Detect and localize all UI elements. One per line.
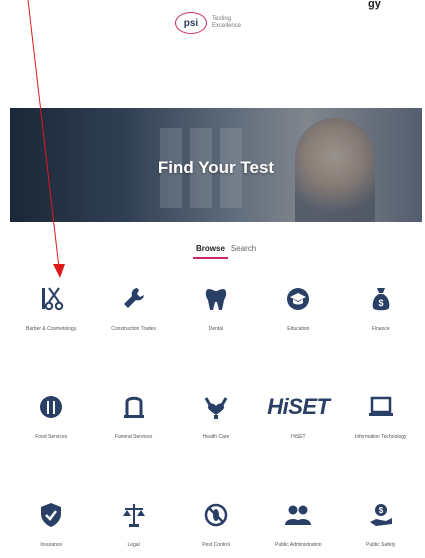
psi-logo-mark: psi [175,12,207,34]
category-label: Finance [371,326,390,332]
shield-check-icon [36,500,66,530]
heart-hand-icon [201,392,231,422]
category-hiset[interactable]: HiSET HiSET [257,390,339,498]
category-insurance[interactable]: Insurance [10,498,92,558]
category-public-administration[interactable]: Public Administration [257,498,339,558]
svg-text:$: $ [379,506,384,515]
category-label: Funeral Services [114,434,153,440]
category-construction-trades[interactable]: Construction Trades [92,282,174,390]
logo-tagline-line-2: Excellence [212,23,242,29]
category-information-technology[interactable]: Information Technology [340,390,422,498]
food-icon [36,392,66,422]
browse-search-tabs: Browse Search [193,244,259,259]
annotation-arrow-head [53,264,65,278]
tab-search[interactable]: Search [228,244,259,259]
category-pest-control[interactable]: Pest Control [175,498,257,558]
category-label: Construction Trades [111,326,156,332]
category-health-care[interactable]: Health Care [175,390,257,498]
category-barber-cosmetology[interactable]: Barber & Cosmetology [10,282,92,390]
category-legal[interactable]: Legal [92,498,174,558]
graduation-cap-icon [283,284,313,314]
hiset-logo-icon: HiSET [263,392,333,422]
svg-text:$: $ [378,298,383,308]
psi-logo[interactable]: psi Testing Excellence [175,12,241,34]
category-label: Pest Control [202,542,230,548]
category-dental[interactable]: Dental [175,282,257,390]
monument-icon [119,392,149,422]
hero-banner: Find Your Test [10,108,422,222]
scales-icon [119,500,149,530]
money-bag-icon: $ [366,284,396,314]
category-finance[interactable]: $ Finance [340,282,422,390]
category-label: Information Technology [354,434,407,440]
safety-hand-icon: $ [366,500,396,530]
logo-tagline-line-1: Testing [212,16,232,22]
hiset-logo-text: HiSET [267,394,330,419]
no-pest-icon [201,500,231,530]
category-label: Public Safety [366,542,396,548]
wrench-icon [119,284,149,314]
category-education[interactable]: Education [257,282,339,390]
category-label: Food Services [35,434,68,440]
cropped-heading-fragment: gy [368,0,381,10]
category-grid: Barber & Cosmetology Construction Trades… [10,282,422,558]
category-label: Public Administration [275,542,322,548]
category-label: Education [287,326,310,332]
category-label: Legal [127,542,140,548]
laptop-icon [366,392,396,422]
category-label: Barber & Cosmetology [26,326,77,332]
category-label: Dental [208,326,224,332]
hero-title: Find Your Test [157,158,275,177]
tooth-icon [201,284,231,314]
category-food-services[interactable]: Food Services [10,390,92,498]
tab-browse[interactable]: Browse [193,244,228,259]
scissors-icon [36,284,66,314]
logo-tagline: Testing Excellence [212,16,241,30]
people-icon [283,500,313,530]
category-label: Insurance [40,542,63,548]
category-funeral-services[interactable]: Funeral Services [92,390,174,498]
category-label: HiSET [291,434,306,440]
category-label: Health Care [202,434,230,440]
category-public-safety[interactable]: $ Public Safety [340,498,422,558]
